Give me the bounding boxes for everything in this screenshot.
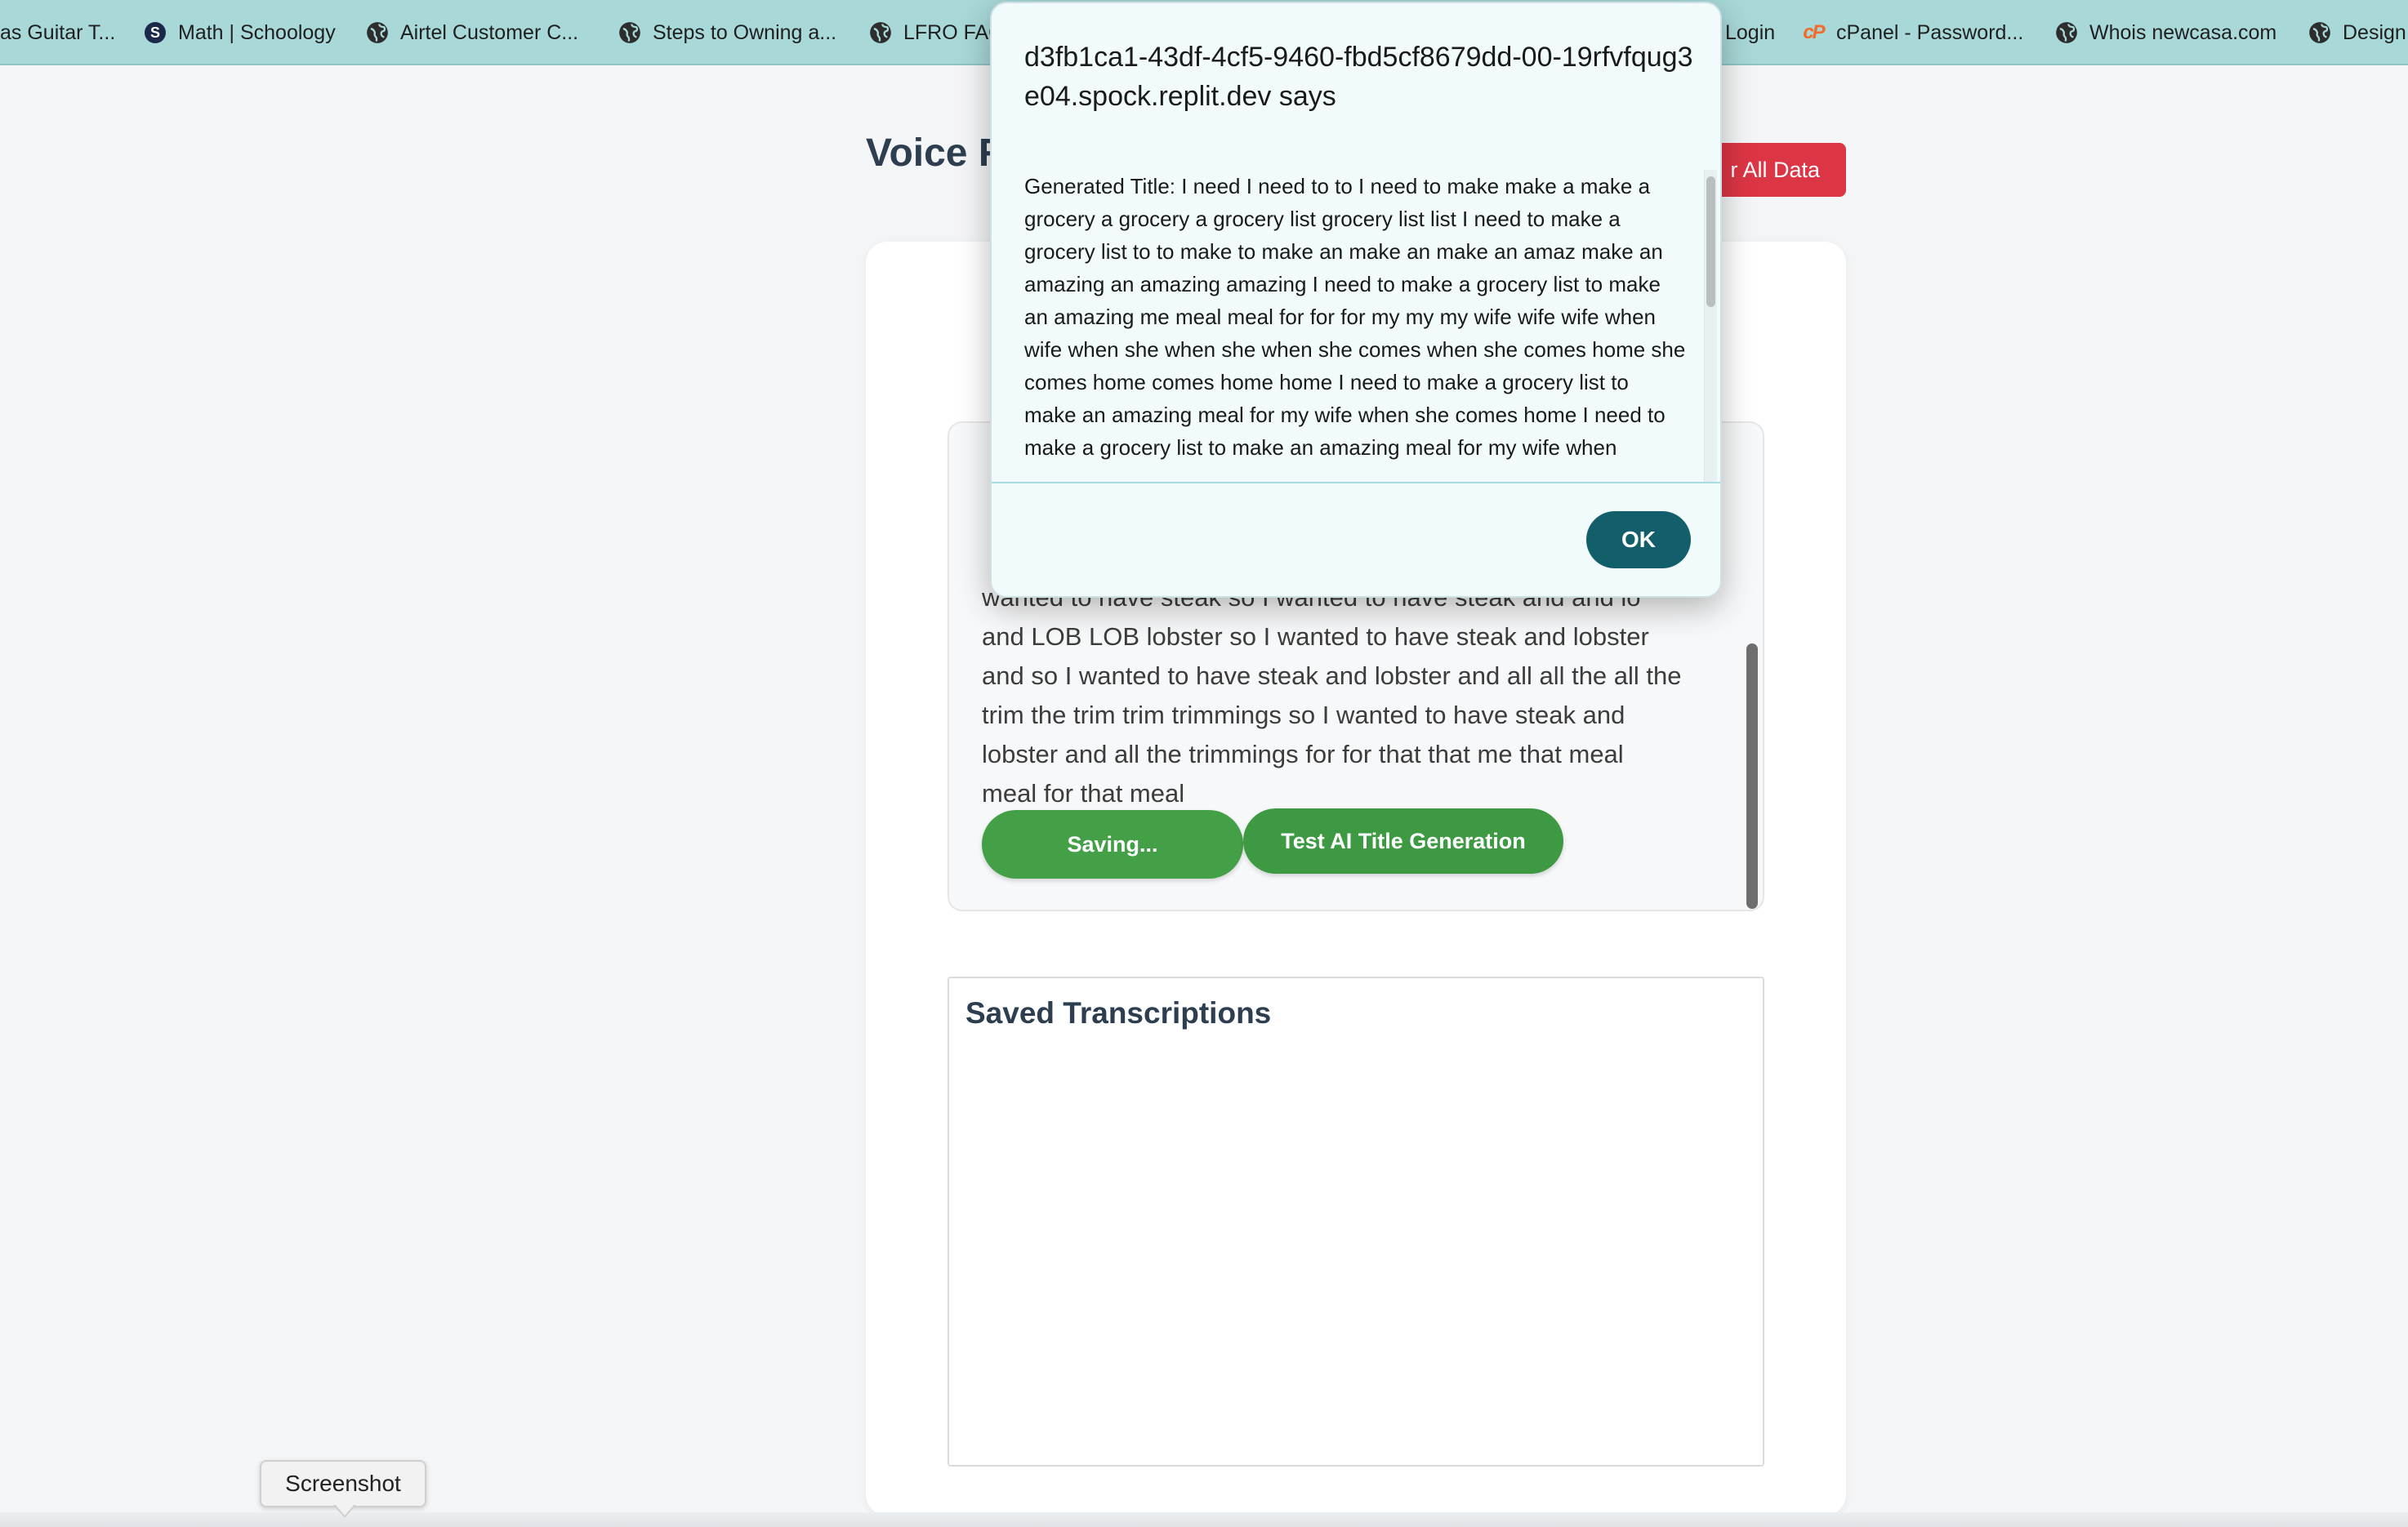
bookmark-label: Login [1725, 20, 1776, 44]
bookmark-label: as Guitar T... [0, 20, 116, 44]
bookmark-lfro[interactable]: LFRO FAQ [869, 0, 1005, 64]
bookmark-airtel[interactable]: Airtel Customer C... [366, 0, 579, 64]
cpanel-icon: cP [1803, 21, 1825, 43]
dialog-scroll-thumb[interactable] [1706, 176, 1715, 307]
bookmark-label: Math | Schoology [178, 20, 336, 44]
schoology-icon: S [144, 21, 167, 44]
ok-button[interactable]: OK [1586, 511, 1691, 568]
globe-icon [2308, 21, 2331, 44]
screenshot-tooltip: Screenshot [260, 1460, 426, 1507]
globe-icon [2055, 21, 2078, 44]
bookmark-steps[interactable]: Steps to Owning a... [618, 0, 837, 64]
saved-transcriptions-panel: Saved Transcriptions [948, 977, 1764, 1467]
bookmark-design[interactable]: Design [2308, 0, 2406, 64]
test-ai-title-button[interactable]: Test AI Title Generation [1243, 808, 1563, 874]
bookmark-label: cPanel - Password... [1836, 20, 2024, 44]
tooltip-tail-inner [335, 1504, 355, 1516]
bookmark-schoology[interactable]: S Math | Schoology [144, 0, 336, 64]
dialog-divider [992, 482, 1720, 483]
page-title: Voice R [866, 131, 1007, 175]
bookmark-guitar[interactable]: as Guitar T... [0, 0, 116, 64]
bookmark-label: Whois newcasa.com [2089, 20, 2277, 44]
bookmark-cpanel[interactable]: cP cPanel - Password... [1802, 0, 2024, 64]
dialog-origin: d3fb1ca1-43df-4cf5-9460-fbd5cf8679dd-00-… [1024, 42, 1693, 112]
transcript-text: wanted to have steak so I wanted to have… [982, 583, 1682, 808]
dialog-message-area[interactable]: Generated Title: I need I need to to I n… [1024, 170, 1686, 482]
globe-icon [366, 21, 389, 44]
bottom-strip [0, 1512, 2408, 1527]
globe-icon [869, 21, 892, 44]
dialog-message: Generated Title: I need I need to to I n… [1024, 174, 1686, 460]
bookmark-label: Design [2343, 20, 2406, 44]
bookmark-whois[interactable]: Whois newcasa.com [2055, 0, 2277, 64]
saved-transcriptions-title: Saved Transcriptions [965, 996, 1272, 1030]
bookmark-label: Steps to Owning a... [653, 20, 837, 44]
bookmark-label: Airtel Customer C... [400, 20, 579, 44]
bookmark-login[interactable]: Login [1725, 0, 1776, 64]
saving-button[interactable]: Saving... [982, 810, 1243, 879]
globe-icon [618, 21, 641, 44]
alert-dialog: d3fb1ca1-43df-4cf5-9460-fbd5cf8679dd-00-… [990, 2, 1722, 598]
transcript-scroll-thumb[interactable] [1746, 643, 1758, 909]
